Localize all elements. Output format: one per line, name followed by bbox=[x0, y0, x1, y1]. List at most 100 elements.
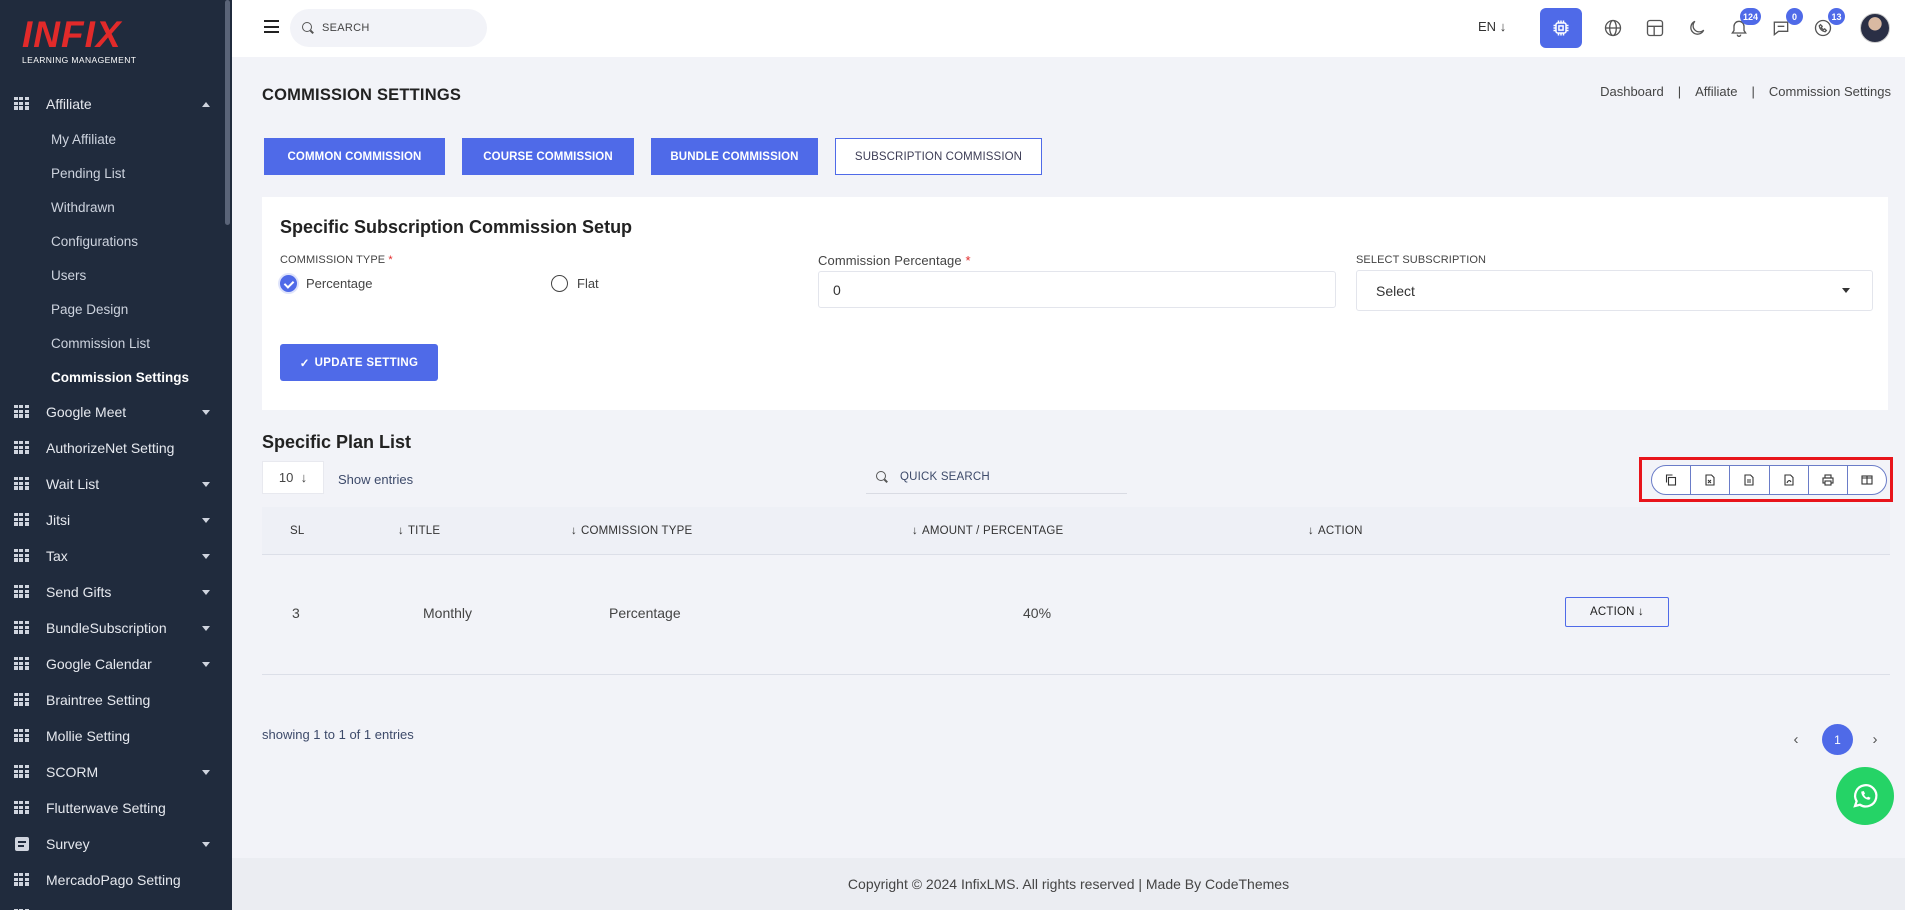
column-title[interactable]: ↓ TITLE bbox=[398, 525, 440, 537]
whatsapp-button[interactable] bbox=[1836, 767, 1894, 825]
breadcrumb-affiliate[interactable]: Affiliate bbox=[1695, 84, 1737, 99]
search-input[interactable] bbox=[322, 22, 472, 34]
next-page-icon[interactable]: › bbox=[1865, 731, 1885, 748]
entries-select[interactable]: 10 ↓ bbox=[262, 461, 324, 494]
pdf-button[interactable] bbox=[1770, 466, 1809, 494]
cell-amount: 40% bbox=[1023, 605, 1052, 621]
caret-down-icon bbox=[202, 482, 210, 487]
sidebar-item-bundlesubscription[interactable]: BundleSubscription bbox=[0, 610, 232, 646]
layout-icon bbox=[1646, 19, 1664, 37]
logo[interactable]: INFIX LEARNING MANAGEMENT bbox=[22, 16, 142, 66]
global-search[interactable] bbox=[290, 9, 487, 47]
sidebar-item-mercadopago-setting[interactable]: MercadoPago Setting bbox=[0, 862, 232, 898]
sidebar: INFIX LEARNING MANAGEMENT Affiliate My A… bbox=[0, 0, 232, 910]
sidebar-item-tax[interactable]: Tax bbox=[0, 538, 232, 574]
print-button[interactable] bbox=[1809, 466, 1848, 494]
layout-button[interactable] bbox=[1641, 14, 1669, 42]
quick-search[interactable]: QUICK SEARCH bbox=[866, 460, 1127, 494]
logo-tagline: LEARNING MANAGEMENT bbox=[22, 55, 137, 65]
radio-percentage[interactable]: Percentage bbox=[280, 275, 373, 292]
arrow-down-icon: ↓ bbox=[1638, 606, 1644, 618]
csv-button[interactable] bbox=[1691, 466, 1731, 494]
page-title: COMMISSION SETTINGS bbox=[262, 86, 462, 104]
sidebar-item-affiliate[interactable]: Affiliate bbox=[0, 86, 232, 122]
commission-percentage-input[interactable]: 0 bbox=[818, 271, 1336, 308]
grid-icon bbox=[14, 657, 30, 671]
search-icon bbox=[302, 22, 314, 34]
language-selector[interactable]: EN ↓ bbox=[1478, 19, 1506, 34]
radio-flat[interactable]: Flat bbox=[551, 275, 599, 292]
notifications-button[interactable]: 124 bbox=[1725, 8, 1761, 42]
quick-search-placeholder: QUICK SEARCH bbox=[900, 470, 990, 483]
sidebar-item-survey[interactable]: Survey bbox=[0, 826, 232, 862]
dark-mode-toggle[interactable] bbox=[1683, 14, 1711, 42]
tab-subscription-commission[interactable]: SUBSCRIPTION COMMISSION bbox=[835, 138, 1042, 175]
sort-arrow-icon: ↓ bbox=[1308, 525, 1314, 537]
user-avatar[interactable] bbox=[1860, 13, 1890, 43]
messages-button[interactable]: 0 bbox=[1767, 8, 1803, 42]
columns-icon bbox=[1861, 475, 1873, 485]
calls-button[interactable]: 13 bbox=[1809, 8, 1845, 42]
hamburger-menu-icon[interactable] bbox=[264, 20, 279, 33]
column-sl[interactable]: SL bbox=[290, 525, 304, 537]
sidebar-item-google-meet[interactable]: Google Meet bbox=[0, 394, 232, 430]
update-setting-button[interactable]: ✓ UPDATE SETTING bbox=[280, 344, 438, 381]
sidebar-item-google-calendar[interactable]: Google Calendar bbox=[0, 646, 232, 682]
row-action-button[interactable]: ACTION ↓ bbox=[1565, 597, 1669, 627]
footer-copyright: Copyright © 2024 InfixLMS. All rights re… bbox=[847, 876, 1290, 892]
breadcrumb-dashboard[interactable]: Dashboard bbox=[1600, 84, 1664, 99]
column-visibility-button[interactable] bbox=[1848, 466, 1886, 494]
copy-button[interactable] bbox=[1652, 466, 1692, 494]
sidebar-subitem-withdrawn[interactable]: Withdrawn bbox=[0, 190, 232, 224]
sidebar-item-label: Wait List bbox=[46, 476, 100, 492]
export-button-group bbox=[1651, 465, 1887, 495]
tab-common-commission[interactable]: COMMON COMMISSION bbox=[264, 138, 445, 175]
sort-arrow-icon: ↓ bbox=[398, 525, 404, 537]
sidebar-item-label: Braintree Setting bbox=[46, 692, 151, 708]
cell-commission-type: Percentage bbox=[609, 605, 681, 621]
subscription-select[interactable]: Select bbox=[1356, 270, 1873, 311]
column-action[interactable]: ↓ ACTION bbox=[1308, 525, 1363, 537]
sidebar-item-label: Flutterwave Setting bbox=[46, 800, 166, 816]
sidebar-subitem-commission-list[interactable]: Commission List bbox=[0, 326, 232, 360]
sidebar-item-send-gifts[interactable]: Send Gifts bbox=[0, 574, 232, 610]
tab-course-commission[interactable]: COURSE COMMISSION bbox=[462, 138, 634, 175]
pdf-icon bbox=[1784, 474, 1794, 486]
arrow-down-icon: ↓ bbox=[1499, 19, 1507, 34]
sidebar-item-wait-list[interactable]: Wait List bbox=[0, 466, 232, 502]
sidebar-subitem-my-affiliate[interactable]: My Affiliate bbox=[0, 122, 232, 156]
sidebar-item-flutterwave-setting[interactable]: Flutterwave Setting bbox=[0, 790, 232, 826]
excel-button[interactable] bbox=[1730, 466, 1770, 494]
language-label: EN bbox=[1478, 19, 1497, 34]
show-entries-label: Show entries bbox=[338, 472, 414, 487]
sidebar-subitem-commission-settings[interactable]: Commission Settings bbox=[0, 360, 232, 394]
caret-down-icon bbox=[202, 590, 210, 595]
sidebar-subitem-configurations[interactable]: Configurations bbox=[0, 224, 232, 258]
cell-sl: 3 bbox=[292, 605, 300, 621]
chip-settings-button[interactable] bbox=[1540, 8, 1582, 48]
sidebar-item-scorm[interactable]: SCORM bbox=[0, 754, 232, 790]
messages-badge: 0 bbox=[1786, 8, 1803, 25]
sidebar-menu: Affiliate My Affiliate Pending List With… bbox=[0, 86, 232, 910]
column-amount-percentage[interactable]: ↓ AMOUNT / PERCENTAGE bbox=[912, 525, 1063, 537]
grid-icon bbox=[14, 765, 30, 779]
sidebar-item-jitsi[interactable]: Jitsi bbox=[0, 502, 232, 538]
grid-icon bbox=[14, 585, 30, 599]
caret-down-icon bbox=[1842, 288, 1850, 293]
prev-page-icon[interactable]: ‹ bbox=[1786, 731, 1806, 748]
tab-bundle-commission[interactable]: BUNDLE COMMISSION bbox=[651, 138, 818, 175]
sidebar-item-mollie-setting[interactable]: Mollie Setting bbox=[0, 718, 232, 754]
card-title: Specific Subscription Commission Setup bbox=[280, 217, 633, 237]
sidebar-subitem-users[interactable]: Users bbox=[0, 258, 232, 292]
column-commission-type[interactable]: ↓ COMMISSION TYPE bbox=[571, 525, 692, 537]
subscription-select-value: Select bbox=[1376, 282, 1415, 299]
page-number-current[interactable]: 1 bbox=[1822, 724, 1853, 755]
caret-down-icon bbox=[202, 770, 210, 775]
sidebar-subitem-page-design[interactable]: Page Design bbox=[0, 292, 232, 326]
globe-button[interactable] bbox=[1599, 14, 1627, 42]
sidebar-item-authorizenet-setting[interactable]: AuthorizeNet Setting bbox=[0, 430, 232, 466]
sidebar-item-skill-and-pathway[interactable]: Skill And Pathway bbox=[0, 898, 232, 910]
sidebar-item-braintree-setting[interactable]: Braintree Setting bbox=[0, 682, 232, 718]
sidebar-item-label: Tax bbox=[46, 548, 68, 564]
sidebar-subitem-pending-list[interactable]: Pending List bbox=[0, 156, 232, 190]
